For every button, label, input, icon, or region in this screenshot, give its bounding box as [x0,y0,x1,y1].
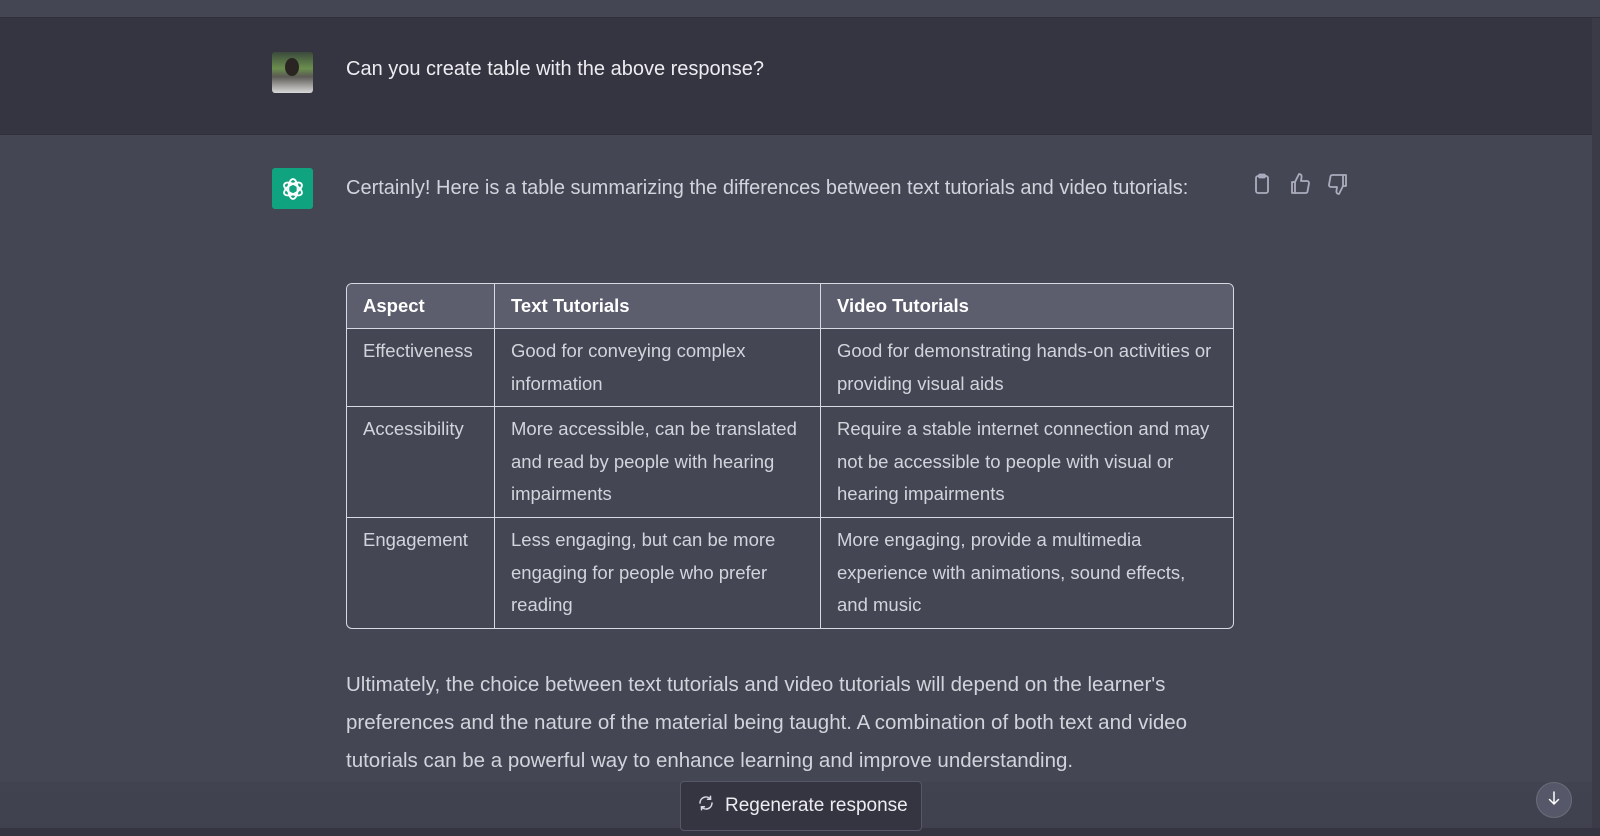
thumbs-up-icon[interactable] [1288,172,1312,196]
assistant-intro-text: Certainly! Here is a table summarizing t… [346,177,1189,199]
thumbs-down-icon[interactable] [1326,172,1350,196]
table-header: Text Tutorials [495,284,821,329]
user-message-row: Can you create table with the above resp… [0,18,1592,135]
table-row: Effectiveness Good for conveying complex… [347,329,1233,408]
table-row: Accessibility More accessible, can be tr… [347,407,1233,518]
table-cell: Engagement [347,517,495,628]
comparison-table: Aspect Text Tutorials Video Tutorials Ef… [346,283,1234,629]
scroll-down-button[interactable] [1536,782,1572,818]
top-bar [0,0,1600,18]
scrollbar[interactable] [1592,18,1600,836]
table-cell: More accessible, can be translated and r… [495,407,821,518]
table-header: Video Tutorials [821,284,1233,329]
table-cell: Effectiveness [347,329,495,408]
table-cell: Accessibility [347,407,495,518]
table-cell: Good for demonstrating hands-on activiti… [821,329,1233,408]
table-header: Aspect [347,284,495,329]
refresh-icon [697,794,715,818]
table-cell: Good for conveying complex information [495,329,821,408]
assistant-conclusion-text: Ultimately, the choice between text tuto… [346,673,1188,772]
arrow-down-icon [1545,789,1563,812]
user-message-text: Can you create table with the above resp… [346,58,765,80]
table-cell: Less engaging, but can be more engaging … [495,517,821,628]
table-row: Engagement Less engaging, but can be mor… [347,517,1233,628]
table-cell: Require a stable internet connection and… [821,407,1233,518]
copy-icon[interactable] [1250,172,1274,196]
regenerate-label: Regenerate response [725,795,908,816]
table-cell: More engaging, provide a multimedia expe… [837,528,1186,616]
user-avatar [272,52,313,93]
regenerate-response-button[interactable]: Regenerate response [680,781,922,831]
openai-logo-icon [272,168,313,209]
